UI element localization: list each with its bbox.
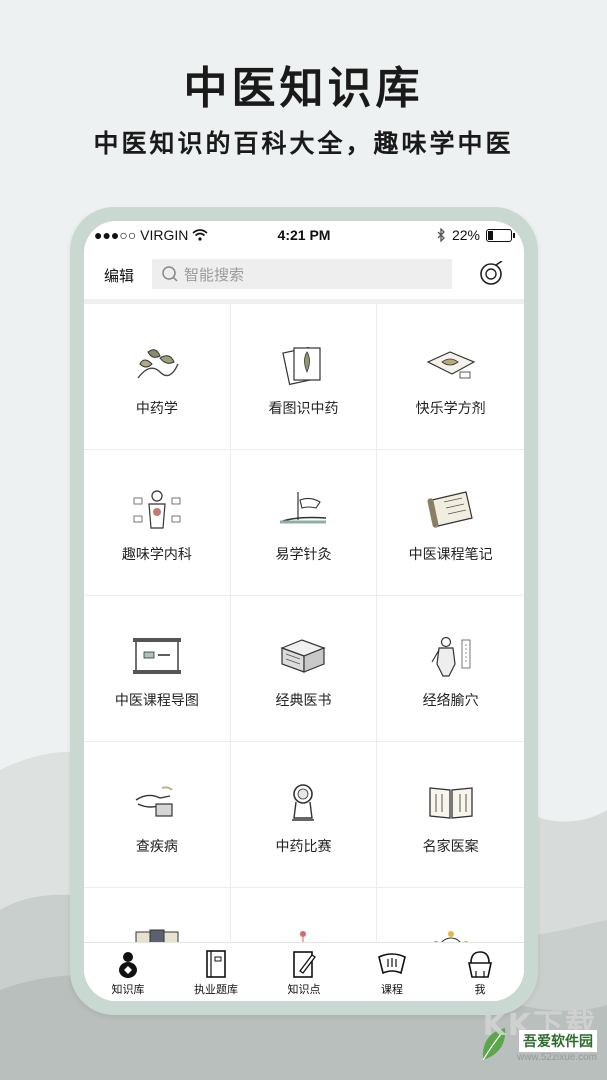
edit-button[interactable]: 编辑: [104, 265, 134, 286]
grid-item[interactable]: 趣味学内科: [84, 450, 231, 596]
notebook-icon: [206, 950, 226, 978]
body-organs-icon: [133, 490, 181, 529]
herb-cards-icon: [282, 346, 322, 386]
grid-item[interactable]: 经典医书: [230, 596, 378, 742]
bluetooth-icon: [437, 228, 445, 242]
grid-item-label: 经典医书: [275, 693, 332, 709]
prescription-icon: [426, 351, 476, 379]
grid-item[interactable]: 中医课程笔记: [377, 450, 524, 596]
grid-item-label: 趣味学内科: [121, 547, 192, 563]
course-map-icon: [132, 638, 181, 674]
grid-item[interactable]: 易学针灸: [230, 450, 378, 596]
gourd-icon: [119, 952, 137, 978]
grid-item-label: 看图识中药: [268, 401, 339, 417]
tab-me[interactable]: 我: [436, 943, 524, 1001]
herbs-icon: [137, 349, 179, 379]
grid-item-label: 中药学: [135, 401, 178, 417]
grid-item-label: 中药比赛: [275, 839, 332, 855]
pulse-diagnosis-icon: [135, 786, 173, 817]
tab-label: 我: [474, 983, 486, 996]
tab-knowledge-base[interactable]: 知识库: [84, 943, 172, 1001]
headline: 中医知识库: [183, 63, 424, 114]
meridian-figure-icon: [431, 636, 471, 677]
person-icon: [468, 951, 492, 978]
fan-icon: [378, 953, 406, 975]
tab-courses[interactable]: 课程: [348, 943, 436, 1001]
category-grid: 中药学 看图识中药 快乐学方剂 趣味学内科 易学针灸 中医课程笔记 中医课程导图…: [84, 304, 524, 1001]
subheadline: 中医知识的百科大全，趣味学中医: [93, 129, 514, 158]
tab-label: 知识点: [287, 983, 321, 996]
watermark-brand: 吾爱软件园: [519, 1030, 597, 1052]
search-placeholder: 智能搜索: [184, 265, 245, 284]
phone-screen: ●●●○○ VIRGIN 4:21 PM 22% 编辑 智能搜索 中药学 看图识…: [84, 221, 524, 1001]
watermark-url: www.52zixue.com: [516, 1052, 597, 1063]
grid-item[interactable]: 中医课程导图: [84, 596, 231, 742]
books-icon: [280, 639, 327, 673]
scan-icon[interactable]: [478, 261, 504, 287]
tab-knowledge-points[interactable]: 知识点: [260, 943, 348, 1001]
open-book-icon: [429, 787, 473, 819]
tab-label: 课程: [381, 983, 403, 996]
grid-item-label: 快乐学方剂: [415, 401, 486, 417]
tab-label: 执业题库: [194, 983, 238, 996]
scroll-icon: [427, 491, 473, 528]
battery-icon: [486, 228, 515, 242]
grid-item[interactable]: 名家医案: [377, 742, 524, 888]
grid-item-label: 中医课程导图: [114, 693, 199, 709]
grid-item-label: 名家医案: [422, 839, 479, 855]
grid-item[interactable]: 中药学: [84, 304, 231, 450]
trophy-icon: [292, 784, 315, 821]
site-watermark: KK下载 吾爱软件园 www.52zixue.com: [479, 1000, 597, 1070]
search-box[interactable]: 智能搜索: [152, 259, 452, 289]
grid-item[interactable]: 经络腧穴: [377, 596, 524, 742]
search-icon: [162, 266, 178, 282]
bottom-tab-bar: 知识库 执业题库 知识点 课程 我: [84, 942, 524, 1001]
tab-exam-bank[interactable]: 执业题库: [172, 943, 260, 1001]
grid-item-label: 查疾病: [135, 839, 178, 855]
acupuncture-icon: [280, 492, 327, 524]
grid-item[interactable]: 查疾病: [84, 742, 231, 888]
pen-note-icon: [293, 951, 316, 978]
grid-item-label: 易学针灸: [275, 547, 332, 563]
grid-item[interactable]: 快乐学方剂: [377, 304, 524, 450]
grid-item[interactable]: 中药比赛: [230, 742, 378, 888]
top-toolbar: 编辑 智能搜索: [84, 251, 524, 295]
battery-percent: 22%: [451, 227, 480, 243]
grid-item-label: 中医课程笔记: [408, 547, 493, 563]
tab-label: 知识库: [111, 983, 145, 996]
grid-item[interactable]: 看图识中药: [230, 304, 378, 450]
grid-item-label: 经络腧穴: [422, 693, 479, 709]
phone-frame: ●●●○○ VIRGIN 4:21 PM 22% 编辑 智能搜索 中药学 看图识…: [70, 207, 538, 1015]
status-bar: ●●●○○ VIRGIN 4:21 PM 22%: [84, 221, 524, 249]
